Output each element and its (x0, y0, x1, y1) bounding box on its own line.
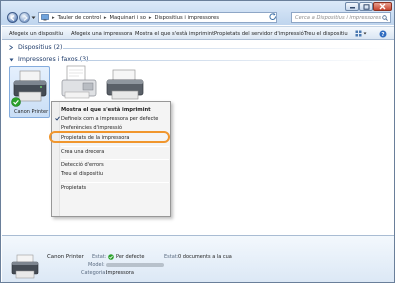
close-button[interactable] (373, 2, 392, 11)
maximize-icon (363, 3, 369, 10)
details-category-label: Categoria: (81, 270, 108, 276)
forward-button[interactable] (19, 12, 30, 23)
menu-item-properties[interactable]: Propietats (61, 185, 86, 191)
details-printer-name: Canon Printer (47, 254, 84, 260)
menu-item-remove-device[interactable]: Treu el dispositiu (61, 171, 103, 177)
group-devices-label: Dispositius (2) (18, 44, 63, 51)
chevron-down-icon[interactable] (31, 16, 36, 20)
breadcrumb-separator: ▸ (103, 14, 107, 21)
context-menu: Mostra el que s'està imprimint Defineix … (51, 101, 171, 217)
printer-properties-highlight (49, 131, 170, 143)
breadcrumb-separator: ▸ (52, 14, 55, 21)
default-check-icon (108, 254, 114, 260)
fax-icon[interactable] (59, 64, 101, 106)
add-printer-button[interactable]: Afegeix una impressora (71, 31, 132, 37)
group-devices-divider (63, 48, 388, 49)
print-server-properties-button[interactable]: Propietats del servidor d'impressió (214, 31, 304, 37)
search-input[interactable]: Cerca a Dispositius i impressores (291, 12, 391, 23)
remove-device-button[interactable]: Treu el dispositiu (304, 31, 348, 37)
menu-separator (61, 159, 169, 160)
search-icon (382, 15, 388, 21)
menu-separator (61, 182, 169, 183)
maximize-button[interactable] (359, 2, 373, 11)
details-pane: Canon Printer Estat: Per defecte Estat: … (2, 235, 394, 282)
control-panel-icon (41, 14, 49, 21)
minimize-button[interactable] (345, 2, 359, 11)
chevron-down-icon (9, 58, 17, 62)
command-bar: Afegeix un dispositiu Afegeix una impres… (2, 26, 394, 40)
arrow-right-icon (23, 15, 28, 21)
title-bar: ▸ Tauler de control ▸ Maquinari i so ▸ D… (1, 1, 394, 25)
menu-separator (61, 146, 169, 147)
details-category-value: Impressora (106, 270, 134, 276)
printer-icon (11, 254, 39, 279)
devices-and-printers-window: ▸ Tauler de control ▸ Maquinari i so ▸ D… (0, 0, 395, 283)
address-bar[interactable]: ▸ Tauler de control ▸ Maquinari i so ▸ D… (38, 12, 277, 23)
details-state-value: Per defecte (116, 254, 145, 260)
group-printers-divider (77, 60, 388, 61)
menu-item-set-default[interactable]: Defineix com a impressora per defecte (61, 116, 158, 122)
svg-text:?: ? (381, 32, 384, 38)
add-device-button[interactable]: Afegeix un dispositiu (9, 31, 63, 37)
details-docs-label: Estat: (164, 254, 179, 260)
breadcrumb-devices-printers[interactable]: Dispositius i impressores (154, 15, 218, 21)
minimize-icon (349, 7, 355, 9)
chevron-right-icon (9, 45, 17, 50)
menu-item-see-printing[interactable]: Mostra el que s'està imprimint (61, 107, 151, 113)
arrow-left-icon (10, 15, 15, 21)
details-model-label: Model: (88, 262, 105, 268)
search-placeholder: Cerca a Dispositius i impressores (295, 14, 382, 21)
view-options-icon[interactable] (355, 30, 367, 37)
help-icon[interactable]: ? (379, 30, 387, 38)
details-model-value-obscured (106, 263, 164, 267)
menu-item-create-shortcut[interactable]: Crea una drecera (61, 149, 104, 155)
refresh-icon[interactable] (269, 13, 277, 21)
default-check-icon (11, 97, 21, 107)
group-devices-header[interactable]: Dispositius (2) (9, 44, 62, 51)
details-state-label: Estat: (92, 254, 107, 260)
breadcrumb-control-panel[interactable]: Tauler de control (58, 15, 101, 21)
details-docs-value: 0 documents a la cua (178, 254, 232, 260)
breadcrumb-hardware-sound[interactable]: Maquinari i so (110, 15, 146, 21)
checkmark-icon (55, 116, 60, 121)
breadcrumb-separator: ▸ (148, 14, 152, 21)
see-printing-button[interactable]: Mostra el que s'està imprimint (135, 31, 214, 37)
close-icon (379, 3, 386, 10)
back-button[interactable] (7, 12, 18, 23)
menu-item-troubleshoot[interactable]: Detecció d'errors (61, 162, 104, 168)
selected-printer-label: Canon Printer (14, 109, 49, 115)
